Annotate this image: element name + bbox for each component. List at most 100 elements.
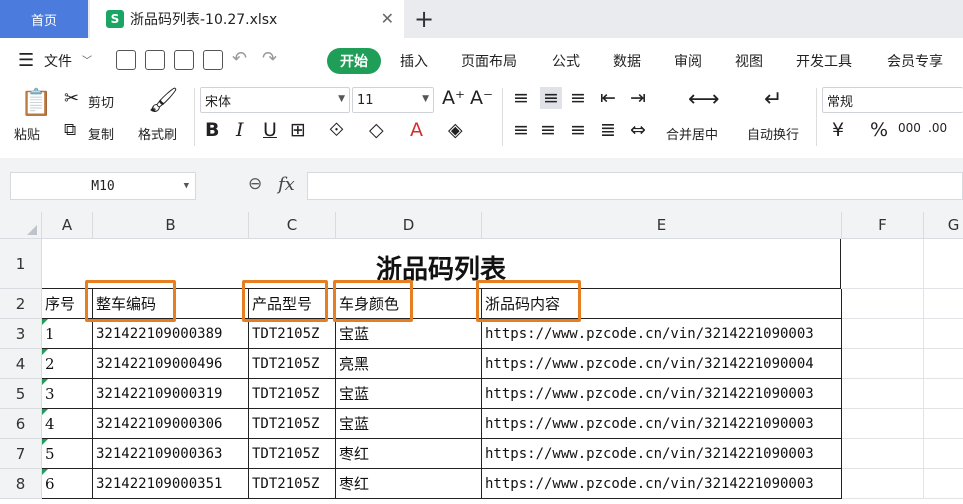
cell-vehicle-code[interactable]: 321422109000496 (93, 349, 249, 379)
cell-code-content[interactable]: https://www.pzcode.cn/vin/3214221090004 (482, 349, 842, 379)
cell-vehicle-code[interactable]: 321422109000389 (93, 319, 249, 349)
paste-button[interactable]: 粘贴 (14, 124, 40, 143)
tab-home[interactable]: 首页 (0, 0, 88, 38)
wrap-text-button[interactable]: 自动换行 (747, 124, 799, 143)
cell-product-model[interactable]: TDT2105Z (249, 409, 336, 439)
cell-vehicle-code[interactable]: 321422109000363 (93, 439, 249, 469)
cell-index[interactable]: 3 (42, 379, 93, 409)
merge-center-icon[interactable]: ⟷ (688, 87, 720, 112)
thousands-icon[interactable]: 000 (898, 121, 921, 135)
cell[interactable] (924, 239, 963, 289)
cell-vehicle-code[interactable]: 321422109000319 (93, 379, 249, 409)
align-right-icon[interactable]: ≡ (570, 119, 586, 141)
cell-index[interactable]: 1 (42, 319, 93, 349)
copy-button[interactable]: 复制 (88, 124, 114, 143)
print-preview-icon[interactable] (203, 50, 223, 70)
column-header-b[interactable]: B (93, 212, 249, 239)
align-top-icon[interactable]: ≡ (513, 87, 529, 109)
cell[interactable] (924, 439, 963, 469)
row-header-7[interactable]: 7 (0, 439, 42, 469)
name-box[interactable]: M10 ▼ (10, 172, 196, 200)
cell-index[interactable]: 4 (42, 409, 93, 439)
align-middle-icon[interactable]: ≡ (540, 87, 562, 109)
row-header-1[interactable]: 1 (0, 239, 42, 289)
export-icon[interactable] (145, 50, 165, 70)
column-header-d[interactable]: D (336, 212, 482, 239)
cell-product-model[interactable]: TDT2105Z (249, 319, 336, 349)
merge-center-button[interactable]: 合并居中 (666, 124, 718, 143)
formula-input[interactable] (307, 172, 963, 200)
cell[interactable] (842, 239, 924, 289)
cell-product-model[interactable]: TDT2105Z (249, 439, 336, 469)
align-left-icon[interactable]: ≡ (513, 119, 529, 141)
cell-index[interactable]: 2 (42, 349, 93, 379)
tab-member[interactable]: 会员专享 (887, 51, 943, 71)
cell[interactable] (924, 319, 963, 349)
cell[interactable] (842, 409, 924, 439)
tab-view[interactable]: 视图 (735, 51, 763, 71)
cell-product-model[interactable]: TDT2105Z (249, 349, 336, 379)
number-format-select[interactable]: 常规 (822, 87, 963, 113)
align-center-icon[interactable]: ≡ (540, 119, 556, 141)
row-header-2[interactable]: 2 (0, 289, 42, 319)
cell-body-color[interactable]: 枣红 (336, 469, 482, 499)
zoom-icon[interactable]: ⊖ (248, 174, 262, 194)
fx-label[interactable]: fx (278, 174, 295, 195)
cell[interactable] (924, 379, 963, 409)
fill-color-icon[interactable]: ◇ (369, 119, 384, 141)
tab-developer[interactable]: 开发工具 (796, 51, 852, 71)
format-painter-button[interactable]: 格式刷 (138, 124, 177, 143)
row-header-6[interactable]: 6 (0, 409, 42, 439)
cell-code-content[interactable]: https://www.pzcode.cn/vin/3214221090003 (482, 439, 842, 469)
select-all-corner[interactable] (0, 212, 42, 239)
chevron-down-icon[interactable]: ﹀ (82, 52, 92, 67)
save-icon[interactable] (116, 50, 136, 70)
cell[interactable] (924, 349, 963, 379)
cell[interactable] (924, 469, 963, 499)
cell-index[interactable]: 5 (42, 439, 93, 469)
tab-review[interactable]: 审阅 (674, 51, 702, 71)
cell[interactable] (924, 409, 963, 439)
copy-icon[interactable]: ⧉ (64, 120, 76, 140)
distributed-icon[interactable]: ⇔ (630, 119, 646, 141)
row-header-4[interactable]: 4 (0, 349, 42, 379)
new-tab-icon[interactable]: + (414, 5, 434, 33)
tab-data[interactable]: 数据 (613, 51, 641, 71)
cell[interactable] (924, 289, 963, 319)
tab-start[interactable]: 开始 (327, 48, 381, 74)
format-painter-icon[interactable]: 🖌 (148, 86, 178, 114)
close-icon[interactable]: ✕ (381, 9, 394, 28)
font-name-select[interactable]: 宋体 ▼ (200, 87, 350, 113)
column-header-e[interactable]: E (482, 212, 842, 239)
font-color-icon[interactable]: A (410, 119, 423, 141)
cell[interactable] (842, 469, 924, 499)
cell-body-color[interactable]: 宝蓝 (336, 319, 482, 349)
cell-body-color[interactable]: 亮黑 (336, 349, 482, 379)
clear-icon[interactable]: ◈ (448, 119, 463, 141)
row-header-5[interactable]: 5 (0, 379, 42, 409)
print-icon[interactable] (174, 50, 194, 70)
cut-button[interactable]: 剪切 (88, 92, 114, 111)
row-header-3[interactable]: 3 (0, 319, 42, 349)
increase-font-icon[interactable]: A⁺ (442, 87, 465, 109)
cell-body-color[interactable]: 宝蓝 (336, 379, 482, 409)
cell-code-content[interactable]: https://www.pzcode.cn/vin/3214221090003 (482, 379, 842, 409)
cell[interactable] (842, 349, 924, 379)
bold-icon[interactable]: B (205, 119, 219, 141)
currency-icon[interactable]: ¥ (832, 119, 844, 141)
underline-icon[interactable]: U (263, 119, 277, 141)
tab-document[interactable]: S 浙品码列表-10.27.xlsx ✕ (90, 0, 404, 38)
scissors-icon[interactable]: ✂ (64, 88, 79, 109)
italic-icon[interactable]: I (236, 119, 244, 141)
cell-style-icon[interactable]: ⟐ (329, 119, 344, 141)
outdent-icon[interactable]: ⇤ (600, 87, 616, 109)
cell-body-color[interactable]: 枣红 (336, 439, 482, 469)
cell-vehicle-code[interactable]: 321422109000306 (93, 409, 249, 439)
column-header-g[interactable]: G (924, 212, 963, 239)
cell[interactable] (842, 379, 924, 409)
undo-icon[interactable]: ↶ (232, 48, 247, 69)
wrap-text-icon[interactable]: ↵ (764, 87, 782, 112)
cell-vehicle-code[interactable]: 321422109000351 (93, 469, 249, 499)
cell-index[interactable]: 6 (42, 469, 93, 499)
indent-icon[interactable]: ⇥ (630, 87, 646, 109)
